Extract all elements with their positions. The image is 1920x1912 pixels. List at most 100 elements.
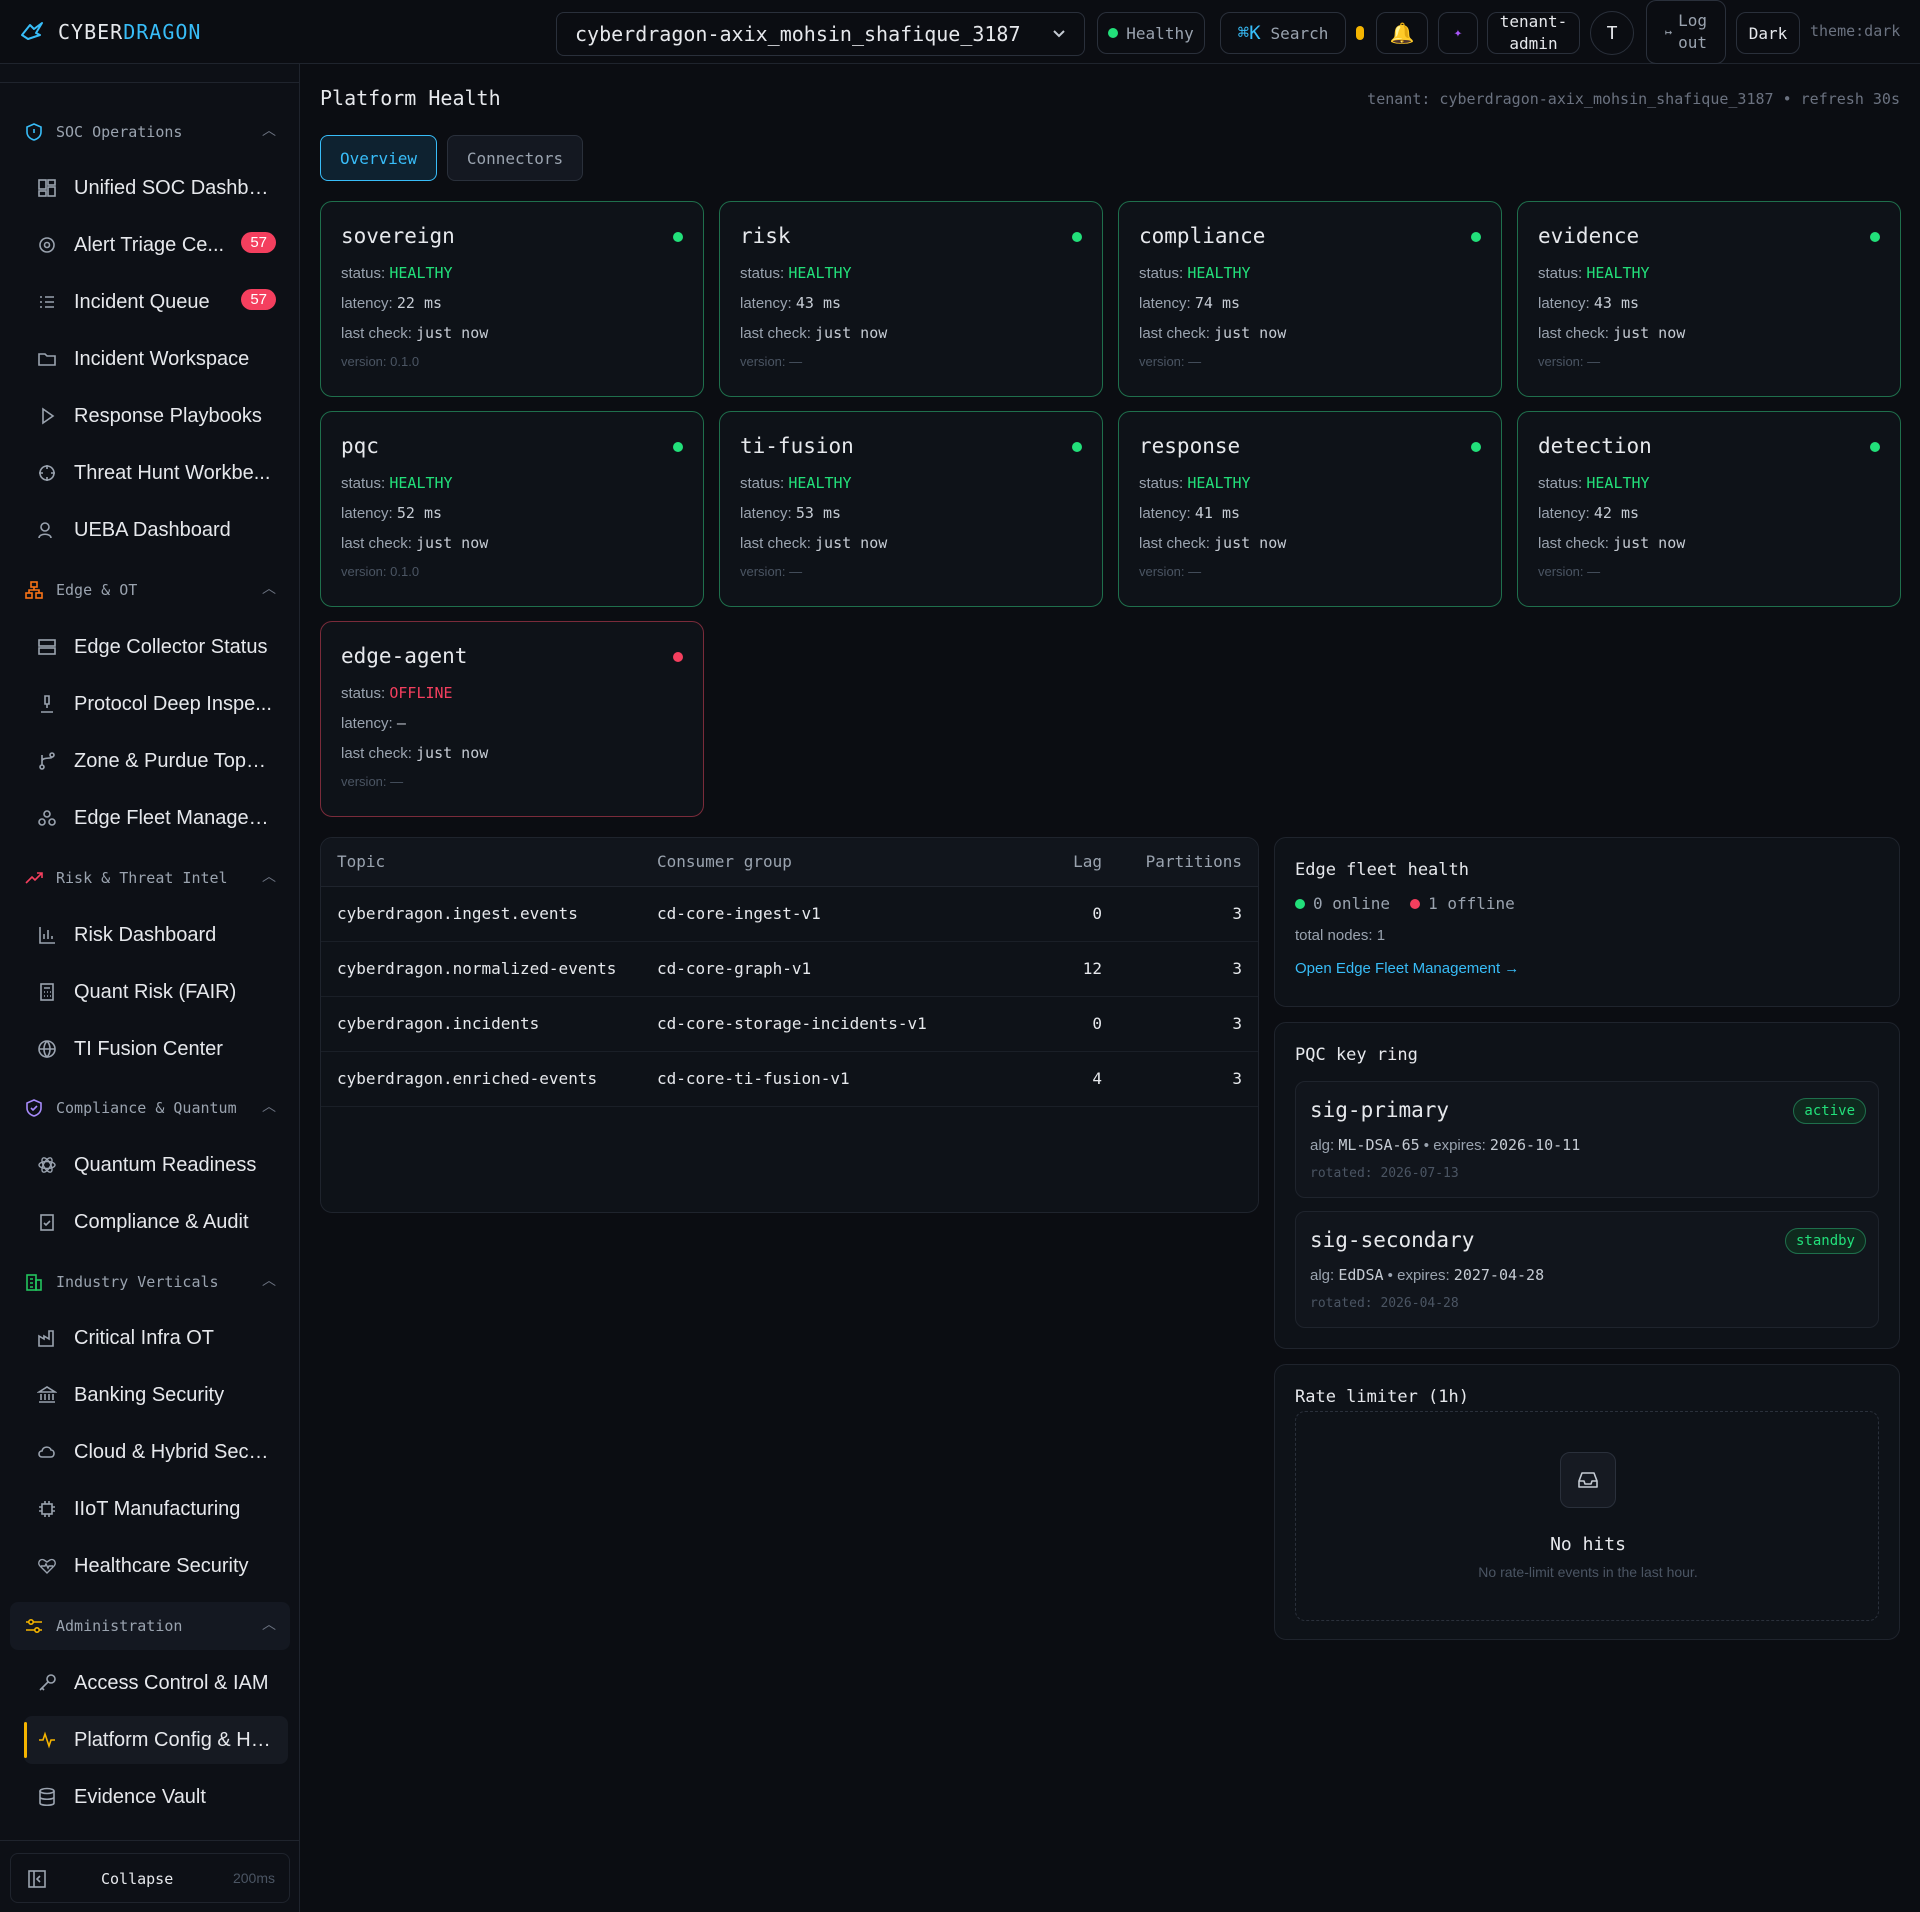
pqc-key-card-sig-primary[interactable]: sig-primary active alg: ML-DSA-65 • expire… <box>1295 1081 1879 1198</box>
table-row[interactable]: cyberdragon.ingest.events cd-core-ingest-… <box>321 886 1258 942</box>
tab-overview[interactable]: Overview <box>320 135 437 181</box>
sidebar-item-risk-dashboard[interactable]: Risk Dashboard <box>24 911 288 959</box>
last-check-value: just now <box>416 324 489 342</box>
brand-logo[interactable]: CYBERDRAGON <box>20 20 201 44</box>
last-check-label: last check: <box>341 325 417 342</box>
sidebar-group-administration[interactable]: Administration ︿ <box>10 1602 290 1650</box>
table-row[interactable]: cyberdragon.normalized-events cd-core-gra… <box>321 941 1258 997</box>
sidebar-item-edge-fleet-management[interactable]: Edge Fleet Managem... <box>24 794 288 842</box>
database-icon <box>36 1786 58 1808</box>
service-card-detection[interactable]: detection status: HEALTHY latency: 42 ms la… <box>1517 411 1901 607</box>
status-dot-icon <box>673 652 683 662</box>
sidebar-item-critical-infra-ot[interactable]: Critical Infra OT <box>24 1314 288 1362</box>
sidebar-item-ti-fusion-center[interactable]: TI Fusion Center <box>24 1025 288 1073</box>
sidebar-item-alert-triage[interactable]: Alert Triage Ce... 57 <box>24 221 288 269</box>
logout-line-2: out <box>1678 33 1708 52</box>
service-card-evidence[interactable]: evidence status: HEALTHY latency: 43 ms las… <box>1517 201 1901 397</box>
partitions-cell: 3 <box>1118 886 1258 942</box>
theme-label: theme:dark <box>1810 22 1901 40</box>
sidebar-group-soc-operations[interactable]: SOC Operations ︿ <box>10 108 290 156</box>
sidebar-item-platform-config-health[interactable]: Platform Config & He... <box>24 1716 288 1764</box>
sidebar-item-compliance-audit[interactable]: Compliance & Audit <box>24 1198 288 1246</box>
sidebar-item-healthcare-security[interactable]: Healthcare Security <box>24 1542 288 1590</box>
logout-button[interactable]: ↦ Log out <box>1646 0 1726 64</box>
alert-count-badge: 57 <box>241 232 276 253</box>
sidebar-item-incident-workspace[interactable]: Incident Workspace <box>24 335 288 383</box>
role-button[interactable]: tenant- admin <box>1487 12 1580 54</box>
last-check-label: last check: <box>1139 325 1215 342</box>
brand-part-1: CYBER <box>58 20 124 44</box>
health-status-pill[interactable]: Healthy <box>1097 12 1205 54</box>
ai-assistant-button[interactable]: ✦ <box>1438 12 1478 54</box>
sidebar-item-cloud-hybrid-security[interactable]: Cloud & Hybrid Secu... <box>24 1428 288 1476</box>
last-check-value: just now <box>1613 324 1686 342</box>
table-row[interactable]: cyberdragon.incidents cd-core-storage-inc… <box>321 996 1258 1052</box>
partitions-cell: 3 <box>1118 1051 1258 1107</box>
status-value: HEALTHY <box>389 474 453 492</box>
sidebar-item-threat-hunt-workbench[interactable]: Threat Hunt Workbe... <box>24 449 288 497</box>
consumer-group-cell: cd-core-ingest-v1 <box>641 886 1018 942</box>
logout-icon: ↦ <box>1664 25 1673 39</box>
pqc-key-card-sig-secondary[interactable]: sig-secondary standby alg: EdDSA • expires… <box>1295 1211 1879 1328</box>
search-button[interactable]: ⌘K Search <box>1220 12 1346 54</box>
search-label: Search <box>1270 23 1329 43</box>
sidebar-item-ueba-dashboard[interactable]: UEBA Dashboard <box>24 506 288 554</box>
service-card-risk[interactable]: risk status: HEALTHY latency: 43 ms last ch… <box>719 201 1103 397</box>
sidebar-item-access-control-iam[interactable]: Access Control & IAM <box>24 1659 288 1707</box>
sidebar-item-banking-security[interactable]: Banking Security <box>24 1371 288 1419</box>
cpu-icon <box>36 1498 58 1520</box>
alg-label: alg: <box>1310 1267 1339 1284</box>
sidebar-group-edge-ot[interactable]: Edge & OT ︿ <box>10 566 290 614</box>
service-card-pqc[interactable]: pqc status: HEALTHY latency: 52 ms last che… <box>320 411 704 607</box>
tab-label: Connectors <box>466 148 564 168</box>
tab-connectors[interactable]: Connectors <box>447 135 583 181</box>
status-value: HEALTHY <box>1187 474 1251 492</box>
tenant-select-value: cyberdragon-axix_mohsin_shafique_3187 <box>575 22 1021 46</box>
sidebar-item-label: Threat Hunt Workbe... <box>74 461 271 484</box>
version-value: — <box>1587 354 1601 369</box>
notifications-button[interactable]: 🔔 <box>1376 12 1428 54</box>
sidebar-item-iiot-manufacturing[interactable]: IIoT Manufacturing <box>24 1485 288 1533</box>
role-line-1: tenant- <box>1499 12 1568 31</box>
sidebar-item-edge-collector-status[interactable]: Edge Collector Status <box>24 623 288 671</box>
sidebar-item-quant-risk-fair[interactable]: Quant Risk (FAIR) <box>24 968 288 1016</box>
sidebar-item-unified-soc-dashboard[interactable]: Unified SOC Dashbo... <box>24 164 288 212</box>
table-row[interactable]: cyberdragon.enriched-events cd-core-ti-fu… <box>321 1051 1258 1107</box>
avatar[interactable]: T <box>1590 11 1634 55</box>
topic-cell: cyberdragon.ingest.events <box>321 886 641 942</box>
last-check-label: last check: <box>1538 325 1614 342</box>
service-card-edge-agent[interactable]: edge-agent status: OFFLINE latency: — last … <box>320 621 704 817</box>
theme-toggle-button[interactable]: Dark <box>1736 12 1800 54</box>
service-card-sovereign[interactable]: sovereign status: HEALTHY latency: 22 ms la… <box>320 201 704 397</box>
service-card-ti-fusion[interactable]: ti-fusion status: HEALTHY latency: 53 ms la… <box>719 411 1103 607</box>
collapse-sidebar-button[interactable]: Collapse 200ms <box>10 1853 290 1903</box>
service-card-response[interactable]: response status: HEALTHY latency: 41 ms las… <box>1118 411 1502 607</box>
tenant-select[interactable]: cyberdragon-axix_mohsin_shafique_3187 <box>556 12 1085 56</box>
pqc-key-ring-panel: PQC key ring sig-primary active alg: ML-DS… <box>1274 1022 1900 1349</box>
key-name: sig-secondary <box>1310 1228 1475 1252</box>
status-dot-icon <box>1471 442 1481 452</box>
last-check-value: just now <box>416 744 489 762</box>
chevron-down-icon <box>1053 30 1065 38</box>
globe-icon <box>36 1038 58 1060</box>
radar-icon <box>36 234 58 256</box>
sidebar-group-compliance-quantum[interactable]: Compliance & Quantum ︿ <box>10 1084 290 1132</box>
sidebar-group-industry-verticals[interactable]: Industry Verticals ︿ <box>10 1258 290 1306</box>
sidebar-item-response-playbooks[interactable]: Response Playbooks <box>24 392 288 440</box>
latency-label: latency: <box>341 715 397 732</box>
sidebar-item-protocol-deep-inspection[interactable]: Protocol Deep Inspe... <box>24 680 288 728</box>
service-card-compliance[interactable]: compliance status: HEALTHY latency: 74 ms l… <box>1118 201 1502 397</box>
total-nodes: total nodes: 1 <box>1295 927 1386 944</box>
sidebar-item-zone-purdue-topology[interactable]: Zone & Purdue Topol... <box>24 737 288 785</box>
sidebar-group-label: Industry Verticals <box>56 1273 219 1291</box>
sidebar-item-quantum-readiness[interactable]: Quantum Readiness <box>24 1141 288 1189</box>
sidebar-item-evidence-vault[interactable]: Evidence Vault <box>24 1773 288 1821</box>
table-header-row: Topic Consumer group Lag Partitions <box>321 838 1258 887</box>
sidebar-item-incident-queue[interactable]: Incident Queue 57 <box>24 278 288 326</box>
sidebar-group-risk-threat-intel[interactable]: Risk & Threat Intel ︿ <box>10 854 290 902</box>
sidebar-group-label: SOC Operations <box>56 123 183 141</box>
calculator-icon <box>36 981 58 1003</box>
open-edge-fleet-link[interactable]: Open Edge Fleet Management → <box>1295 960 1519 977</box>
online-count: 0 online <box>1313 894 1391 913</box>
rate-limiter-panel: Rate limiter (1h) No hits No rate-limit … <box>1274 1364 1900 1640</box>
